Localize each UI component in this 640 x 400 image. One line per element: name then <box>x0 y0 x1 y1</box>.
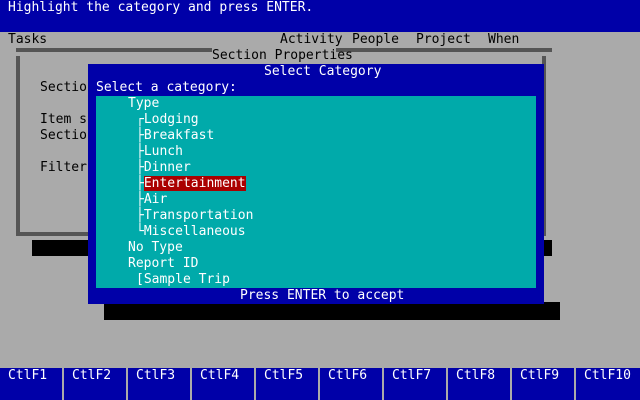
menu-tasks[interactable]: Tasks <box>8 32 47 48</box>
ctlf8-key[interactable]: CtlF8 <box>448 368 510 400</box>
tree-item-report-id[interactable]: Report ID <box>128 256 198 272</box>
select-category-prompt: Select a category: <box>96 80 237 95</box>
ctlf7-key[interactable]: CtlF7 <box>384 368 446 400</box>
menu-when[interactable]: When <box>488 32 519 48</box>
select-category-footer: Press ENTER to accept <box>240 288 405 303</box>
menu-project[interactable]: Project <box>416 32 471 48</box>
ctlf1-key[interactable]: CtlF1 <box>0 368 62 400</box>
section-properties-title: Section Properties <box>212 48 353 63</box>
section-properties-label: Filter <box>40 160 87 175</box>
section-properties-border-right <box>336 48 552 52</box>
category-tree-list[interactable]: Type ┌Lodging ├Breakfast ├Lunch ├Dinner … <box>96 96 536 288</box>
menu-people[interactable]: People <box>352 32 399 48</box>
ctlf5-key[interactable]: CtlF5 <box>256 368 318 400</box>
tree-item-type[interactable]: Type <box>128 96 159 112</box>
tree-item-breakfast[interactable]: ├Breakfast <box>136 128 214 144</box>
tree-item-entertainment-row[interactable]: ├Entertainment <box>136 176 246 192</box>
section-properties-label: Sectio <box>40 128 87 143</box>
instruction-text: Highlight the category and press ENTER. <box>8 0 314 15</box>
ctlf10-key[interactable]: CtlF10 <box>576 368 640 400</box>
tree-item-transportation[interactable]: ├Transportation <box>136 208 253 224</box>
ctlf9-key[interactable]: CtlF9 <box>512 368 574 400</box>
tree-item-sample-trip[interactable]: [Sample Trip <box>136 272 230 288</box>
section-properties-label: Item s <box>40 112 87 127</box>
tree-item-lunch[interactable]: ├Lunch <box>136 144 183 160</box>
ctlf4-key[interactable]: CtlF4 <box>192 368 254 400</box>
tree-item-miscellaneous[interactable]: └Miscellaneous <box>136 224 246 240</box>
tree-item-air[interactable]: ├Air <box>136 192 167 208</box>
ctlf6-key[interactable]: CtlF6 <box>320 368 382 400</box>
ctlf3-key[interactable]: CtlF3 <box>128 368 190 400</box>
section-properties-border-left <box>16 48 212 52</box>
tree-item-lodging[interactable]: ┌Lodging <box>136 112 199 128</box>
select-category-title: Select Category <box>264 64 382 79</box>
tree-item-entertainment-selected[interactable]: Entertainment <box>143 176 246 191</box>
section-properties-label: Sectio <box>40 80 87 95</box>
tree-item-no-type[interactable]: No Type <box>128 240 183 256</box>
menu-activity[interactable]: Activity <box>280 32 343 48</box>
tree-item-dinner[interactable]: ├Dinner <box>136 160 191 176</box>
select-category-shadow <box>104 302 560 320</box>
instruction-bar: Highlight the category and press ENTER. <box>0 0 640 32</box>
tree-branch: ├ <box>136 176 144 191</box>
ctlf2-key[interactable]: CtlF2 <box>64 368 126 400</box>
